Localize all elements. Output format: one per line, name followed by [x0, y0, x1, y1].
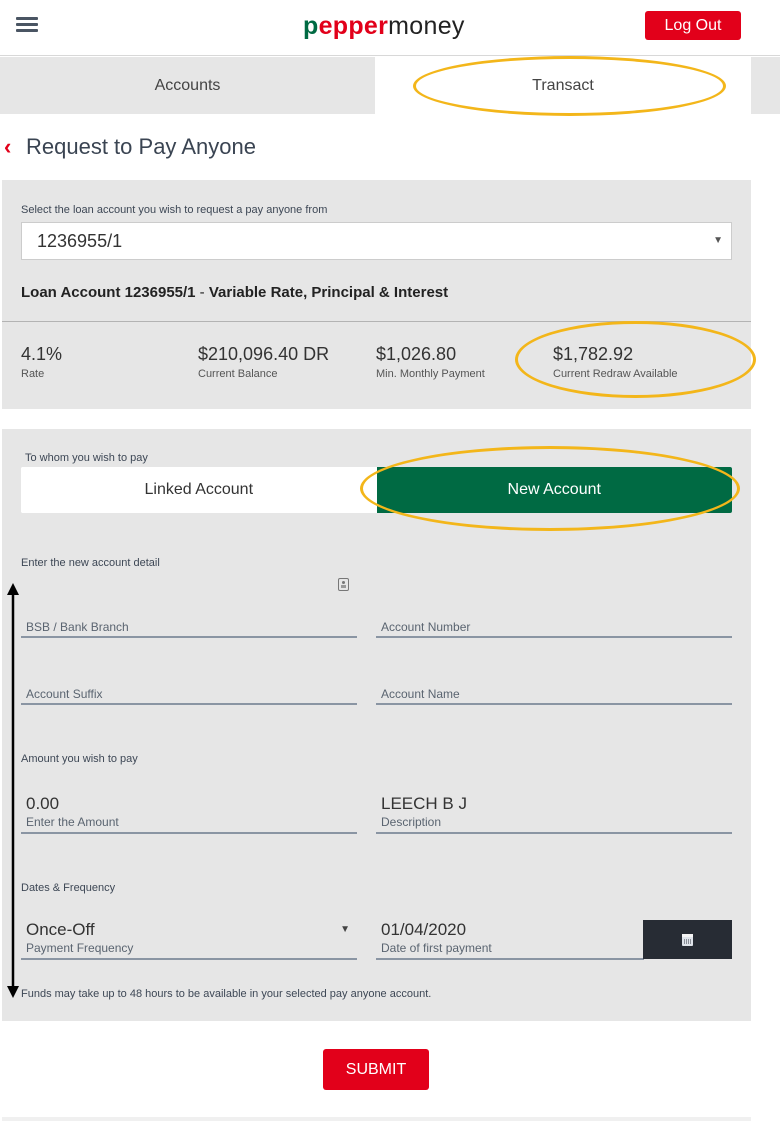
stat-min-monthly-payment: $1,026.80 Min. Monthly Payment: [376, 344, 485, 380]
loan-account-selected-value: 1236955/1: [37, 231, 123, 251]
chevron-left-icon[interactable]: ‹: [4, 134, 24, 160]
loan-description-type: Variable Rate, Principal & Interest: [208, 284, 449, 301]
new-account-option[interactable]: New Account: [376, 467, 732, 513]
contact-book-icon[interactable]: [338, 578, 349, 591]
main-tabs: Accounts Transact: [0, 57, 780, 114]
logo-p: p: [303, 12, 319, 40]
stat-value: $1,026.80: [376, 344, 457, 364]
description-field[interactable]: LEECH B J Description: [376, 787, 732, 834]
funds-notice: Funds may take up to 48 hours to be avai…: [21, 988, 432, 1000]
tab-bar-filler: [751, 57, 780, 114]
date-value: 01/04/2020: [381, 920, 467, 939]
date-label: Date of first payment: [381, 941, 492, 955]
stat-value: 4.1%: [21, 344, 63, 364]
amount-field[interactable]: 0.00 Enter the Amount: [21, 787, 357, 834]
payee-type-toggle: Linked Account New Account: [21, 467, 732, 513]
logo-pepper: pepper: [303, 12, 388, 40]
to-whom-label: To whom you wish to pay: [25, 452, 148, 464]
linked-account-option[interactable]: Linked Account: [21, 467, 377, 513]
menu-bar: [16, 23, 38, 26]
logo-epper: epper: [318, 12, 389, 40]
new-account-heading: Enter the new account detail: [21, 557, 160, 569]
stat-current-redraw: $1,782.92 Current Redraw Available: [553, 344, 678, 380]
peppermoney-logo[interactable]: peppermoney: [303, 12, 465, 41]
account-suffix-label: Account Suffix: [26, 687, 103, 701]
frequency-label: Payment Frequency: [26, 941, 134, 955]
amount-value: 0.00: [26, 794, 60, 813]
menu-bar: [16, 17, 38, 20]
divider: [2, 321, 751, 322]
chevron-down-icon: ▼: [340, 924, 350, 935]
stat-value: $1,782.92: [553, 344, 634, 364]
calendar-button[interactable]: [643, 920, 732, 959]
calendar-icon: [682, 933, 693, 946]
account-name-label: Account Name: [381, 687, 460, 701]
payment-frequency-select[interactable]: Once-Off Payment Frequency ▼: [21, 913, 357, 960]
stat-label: Current Balance: [198, 368, 278, 380]
bsb-label: BSB / Bank Branch: [26, 620, 129, 634]
stat-current-balance: $210,096.40 DR Current Balance: [198, 344, 329, 380]
stat-label: Rate: [21, 368, 45, 380]
menu-bar: [16, 29, 38, 32]
page-title: Request to Pay Anyone: [26, 134, 256, 159]
loan-select-label: Select the loan account you wish to requ…: [21, 204, 328, 216]
first-payment-date-field[interactable]: 01/04/2020 Date of first payment: [376, 913, 644, 960]
account-number-field[interactable]: Account Number: [376, 604, 732, 638]
frequency-value: Once-Off: [26, 920, 95, 939]
stat-value: $210,096.40 DR: [198, 344, 330, 364]
hamburger-menu-icon[interactable]: [16, 17, 38, 35]
description-value: LEECH B J: [381, 794, 467, 813]
logo-money: money: [388, 12, 465, 40]
stat-label: Current Redraw Available: [553, 368, 678, 380]
stat-rate: 4.1% Rate: [21, 344, 62, 380]
loan-description-account: Loan Account 1236955/1: [21, 284, 196, 301]
loan-description: Loan Account 1236955/1 - Variable Rate, …: [21, 284, 448, 301]
description-label: Description: [381, 815, 442, 829]
footer-divider: [2, 1117, 751, 1121]
stat-label: Min. Monthly Payment: [376, 368, 485, 380]
logout-button[interactable]: Log Out: [645, 11, 741, 40]
loan-account-select[interactable]: 1236955/1 ▼: [21, 222, 732, 260]
chevron-down-icon: ▼: [713, 235, 723, 246]
page-header: ‹ Request to Pay Anyone: [4, 134, 256, 160]
amount-heading: Amount you wish to pay: [21, 753, 138, 765]
account-number-label: Account Number: [381, 620, 471, 634]
loan-description-hyphen: -: [195, 284, 209, 301]
loan-account-panel: Select the loan account you wish to requ…: [2, 180, 751, 409]
bsb-field[interactable]: BSB / Bank Branch: [21, 578, 357, 638]
tab-transact[interactable]: Transact: [375, 57, 751, 114]
app-header: peppermoney Log Out: [0, 0, 780, 56]
dates-heading: Dates & Frequency: [21, 882, 116, 894]
payment-panel: To whom you wish to pay Linked Account N…: [2, 429, 751, 1021]
submit-button[interactable]: SUBMIT: [323, 1049, 429, 1090]
tab-accounts[interactable]: Accounts: [0, 57, 375, 114]
amount-label: Enter the Amount: [26, 815, 119, 829]
account-name-field[interactable]: Account Name: [376, 671, 732, 705]
account-suffix-field[interactable]: Account Suffix: [21, 671, 357, 705]
